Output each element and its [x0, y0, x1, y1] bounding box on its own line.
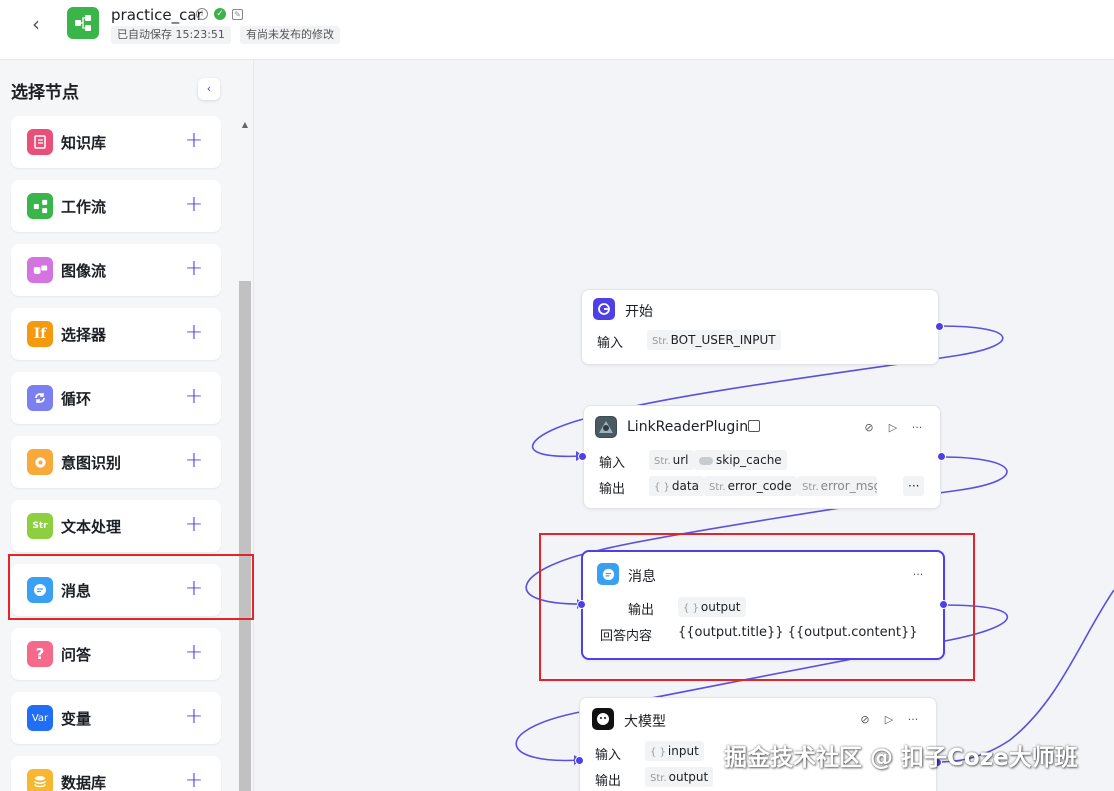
add-node-button[interactable]: + [183, 704, 205, 730]
workflow-icon [67, 7, 99, 39]
edit-icon[interactable]: ✎ [232, 8, 243, 20]
disable-notify-icon[interactable]: ⊘ [862, 421, 876, 435]
add-node-button[interactable]: + [183, 768, 205, 791]
knowledge-icon [27, 129, 53, 155]
sidebar-item-label: 选择器 [61, 326, 107, 344]
output-param-tag: { } data [649, 476, 704, 496]
qa-icon: ? [27, 641, 53, 667]
chevron-left-icon[interactable]: ‹ [26, 12, 46, 36]
add-node-button[interactable]: + [183, 256, 205, 282]
sidebar-item-imageflow[interactable]: 图像流 + [11, 244, 221, 296]
publish-status: 有尚未发布的修改 [240, 26, 340, 44]
if-icon: If [27, 321, 53, 347]
sidebar-item-label: 图像流 [61, 262, 107, 280]
sidebar-item-text-process[interactable]: Str 文本处理 + [11, 500, 221, 552]
scroll-up-arrow-icon[interactable]: ▲ [240, 120, 250, 130]
input-port[interactable] [578, 452, 587, 461]
add-node-button[interactable]: + [183, 640, 205, 666]
sidebar-item-loop[interactable]: 循环 + [11, 372, 221, 424]
sidebar-item-selector[interactable]: If 选择器 + [11, 308, 221, 360]
text-process-icon: Str [27, 513, 53, 539]
input-param-tag: skip_cache [694, 450, 787, 470]
workflow-title: practice_car [111, 6, 203, 24]
input-label: 输入 [599, 456, 626, 471]
sidebar-item-knowledge[interactable]: 知识库 + [11, 116, 221, 168]
sidebar-title: 选择节点 [11, 83, 79, 103]
input-port[interactable] [575, 756, 584, 765]
sidebar-item-label: 数据库 [61, 774, 107, 791]
sidebar-item-workflow[interactable]: 工作流 + [11, 180, 221, 232]
sidebar-item-intent[interactable]: 意图识别 + [11, 436, 221, 488]
store-icon [748, 420, 760, 432]
node-start[interactable]: 开始 输入 Str. BOT_USER_INPUT [581, 289, 939, 365]
add-node-button[interactable]: + [183, 320, 205, 346]
node-title: 大模型 [624, 714, 666, 730]
input-param-tag: { } input [645, 741, 704, 761]
sidebar-item-qa[interactable]: ? 问答 + [11, 628, 221, 680]
watermark: 掘金技术社区 @ 扣子Coze大师班 [724, 745, 1078, 771]
loop-icon [27, 385, 53, 411]
add-node-button[interactable]: + [183, 384, 205, 410]
output-param-tag: Str. output [645, 767, 714, 787]
start-icon [593, 298, 615, 320]
run-icon[interactable]: ▷ [886, 421, 900, 435]
sidebar-item-label: 变量 [61, 710, 92, 728]
input-param-tag: Str. BOT_USER_INPUT [647, 330, 781, 350]
sidebar-item-variable[interactable]: Var 变量 + [11, 692, 221, 744]
add-node-button[interactable]: + [183, 192, 205, 218]
node-link-reader-plugin[interactable]: LinkReaderPlugin ⊘ ▷ ··· 输入 Str. url skip… [583, 405, 941, 509]
variable-icon: Var [27, 705, 53, 731]
output-port[interactable] [935, 322, 944, 331]
annotation-highlight-message [539, 533, 975, 681]
more-icon[interactable]: ··· [906, 713, 920, 727]
add-node-button[interactable]: + [183, 448, 205, 474]
sidebar-item-label: 意图识别 [61, 454, 122, 472]
sidebar-item-label: 知识库 [61, 134, 107, 152]
output-param-tag: Str. error_msg [797, 476, 877, 496]
info-icon[interactable]: i [196, 8, 208, 20]
toggle-icon [699, 456, 713, 465]
run-icon[interactable]: ▷ [882, 713, 896, 727]
more-outputs-button[interactable]: ··· [903, 476, 925, 496]
sidebar-item-database[interactable]: 数据库 + [11, 756, 221, 791]
llm-icon [592, 708, 614, 730]
input-label: 输入 [595, 748, 622, 763]
database-icon [27, 769, 53, 791]
more-icon[interactable]: ··· [910, 421, 924, 435]
imageflow-icon [27, 257, 53, 283]
sidebar-item-label: 问答 [61, 646, 92, 664]
node-sidebar: 选择节点 ‹ 知识库 + 工作流 + 图像流 + If 选择器 + 循环 + 意… [0, 60, 254, 791]
output-port[interactable] [937, 452, 946, 461]
published-check-icon: ✓ [214, 8, 226, 20]
scrollbar-thumb[interactable] [239, 281, 251, 791]
intent-icon [27, 449, 53, 475]
input-label: 输入 [597, 336, 624, 351]
output-label: 输出 [595, 774, 622, 789]
plugin-avatar-icon [595, 416, 617, 438]
sidebar-item-label: 循环 [61, 390, 92, 408]
sidebar-item-label: 工作流 [61, 198, 107, 216]
output-param-tag: Str. error_code [704, 476, 797, 496]
autosave-status: 已自动保存 15:23:51 [111, 26, 231, 44]
disable-notify-icon[interactable]: ⊘ [858, 713, 872, 727]
sidebar-item-label: 文本处理 [61, 518, 122, 536]
add-node-button[interactable]: + [183, 128, 205, 154]
top-header: ‹ practice_car i ✓ ✎ 已自动保存 15:23:51 有尚未发… [0, 0, 1114, 60]
add-node-button[interactable]: + [183, 512, 205, 538]
workflow-icon [27, 193, 53, 219]
input-param-tag: Str. url [649, 450, 694, 470]
output-label: 输出 [599, 482, 626, 497]
node-title: LinkReaderPlugin [627, 419, 749, 435]
collapse-sidebar-button[interactable]: ‹ [198, 78, 220, 100]
annotation-highlight-sidebar [8, 554, 254, 620]
node-title: 开始 [625, 304, 653, 320]
